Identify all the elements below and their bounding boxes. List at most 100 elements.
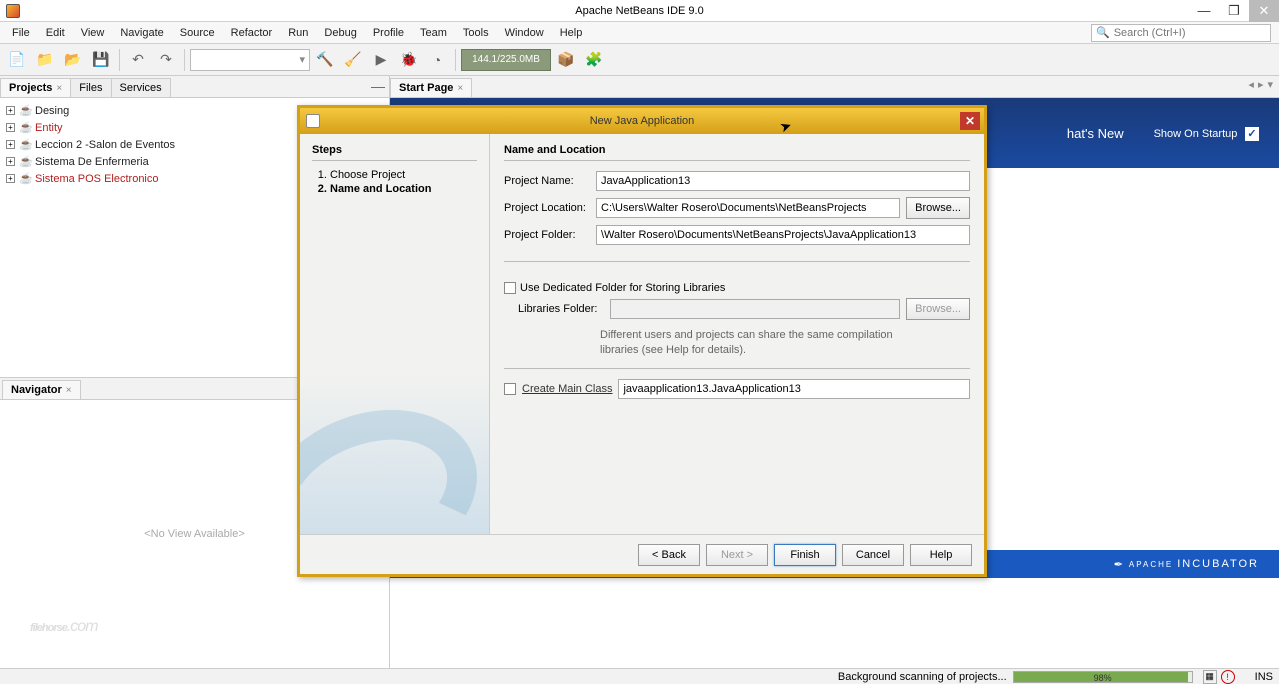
step-name-location: Name and Location <box>330 183 477 195</box>
java-project-icon: ☕ <box>19 138 33 152</box>
menu-source[interactable]: Source <box>172 25 223 41</box>
show-on-startup-checkbox[interactable]: ✓ <box>1245 127 1259 141</box>
tab-files[interactable]: Files <box>70 78 111 97</box>
project-folder-input[interactable] <box>596 225 970 245</box>
libraries-folder-input <box>610 299 900 319</box>
start-page-tab[interactable]: hat's New <box>1067 126 1124 141</box>
browse-location-button[interactable]: Browse... <box>906 197 970 219</box>
expand-icon[interactable]: + <box>6 123 15 132</box>
watermark: filehorse.com <box>30 606 98 638</box>
project-name-input[interactable] <box>596 171 970 191</box>
navigator-empty-text: <No View Available> <box>144 528 245 540</box>
cancel-button[interactable]: Cancel <box>842 544 904 566</box>
main-toolbar: 📄 📁 📂 💾 ↶ ↷ ▾ 🔨 🧹 ▶ 🐞 ◔ 144.1/225.0MB 📦 … <box>0 44 1279 76</box>
dialog-button-row: < Back Next > Finish Cancel Help <box>300 534 984 574</box>
menu-file[interactable]: File <box>4 25 38 41</box>
minimize-pane-icon[interactable]: — <box>371 78 385 94</box>
gc-button[interactable]: 📦 <box>553 47 579 73</box>
debug-button[interactable]: 🐞 <box>396 47 422 73</box>
global-search[interactable]: 🔍 <box>1091 24 1271 42</box>
expand-icon[interactable]: + <box>6 106 15 115</box>
expand-icon[interactable]: + <box>6 157 15 166</box>
java-project-icon: ☕ <box>19 172 33 186</box>
profile-button[interactable]: ◔ <box>424 47 450 73</box>
tab-list-icon[interactable]: ▾ <box>1267 78 1273 91</box>
tree-label: Entity <box>35 122 63 134</box>
help-button[interactable]: Help <box>910 544 972 566</box>
close-icon[interactable]: × <box>66 385 72 396</box>
new-java-application-dialog: New Java Application ✕ ➤ Steps Choose Pr… <box>297 105 987 577</box>
wizard-form-panel: Name and Location Project Name: Project … <box>490 134 984 534</box>
tab-start-page[interactable]: Start Page × <box>390 78 472 97</box>
wizard-steps-panel: Steps Choose Project Name and Location <box>300 134 490 534</box>
projects-tabs: Projects × Files Services — <box>0 76 389 98</box>
expand-icon[interactable]: + <box>6 174 15 183</box>
decorative-arc <box>300 381 490 534</box>
tab-label: Projects <box>9 82 52 94</box>
next-button: Next > <box>706 544 768 566</box>
config-combo[interactable]: ▾ <box>190 49 310 71</box>
plugin-button[interactable]: 🧩 <box>581 47 607 73</box>
project-location-label: Project Location: <box>504 202 590 214</box>
window-controls: — ❐ ✕ <box>1189 0 1279 22</box>
tasks-icon[interactable]: ▦ <box>1203 670 1217 684</box>
step-choose-project: Choose Project <box>330 169 477 181</box>
menu-debug[interactable]: Debug <box>316 25 364 41</box>
incubator-label: INCUBATOR <box>1177 558 1259 570</box>
close-icon[interactable]: × <box>457 83 463 94</box>
tab-projects[interactable]: Projects × <box>0 78 71 97</box>
close-icon[interactable]: × <box>56 83 62 94</box>
search-input[interactable] <box>1114 27 1270 39</box>
menu-navigate[interactable]: Navigate <box>112 25 171 41</box>
notifications-icon[interactable]: ! <box>1221 670 1235 684</box>
menu-team[interactable]: Team <box>412 25 455 41</box>
show-on-startup-label: Show On Startup ✓ <box>1154 125 1259 141</box>
minimize-button[interactable]: — <box>1189 0 1219 22</box>
menu-refactor[interactable]: Refactor <box>223 25 281 41</box>
new-project-button[interactable]: 📁 <box>32 47 58 73</box>
tab-label: Start Page <box>399 82 453 94</box>
menu-window[interactable]: Window <box>497 25 552 41</box>
dialog-titlebar[interactable]: New Java Application ✕ ➤ <box>300 108 984 134</box>
expand-icon[interactable]: + <box>6 140 15 149</box>
back-button[interactable]: < Back <box>638 544 700 566</box>
save-all-button[interactable]: 💾 <box>88 47 114 73</box>
dedicated-folder-checkbox[interactable] <box>504 282 516 294</box>
menu-help[interactable]: Help <box>552 25 591 41</box>
menu-view[interactable]: View <box>73 25 113 41</box>
tree-label: Sistema De Enfermeria <box>35 156 149 168</box>
tab-navigator[interactable]: Navigator × <box>2 380 81 399</box>
run-button[interactable]: ▶ <box>368 47 394 73</box>
close-button[interactable]: ✕ <box>1249 0 1279 22</box>
libraries-folder-label: Libraries Folder: <box>518 303 604 315</box>
create-main-class-checkbox[interactable] <box>504 383 516 395</box>
status-bar: Background scanning of projects... 98% ▦… <box>0 668 1279 684</box>
redo-button[interactable]: ↷ <box>153 47 179 73</box>
netbeans-icon <box>6 4 20 18</box>
clean-build-button[interactable]: 🧹 <box>340 47 366 73</box>
new-file-button[interactable]: 📄 <box>4 47 30 73</box>
open-project-button[interactable]: 📂 <box>60 47 86 73</box>
finish-button[interactable]: Finish <box>774 544 836 566</box>
build-button[interactable]: 🔨 <box>312 47 338 73</box>
dialog-close-button[interactable]: ✕ <box>960 112 980 130</box>
maximize-button[interactable]: ❐ <box>1219 0 1249 22</box>
main-class-input[interactable] <box>618 379 970 399</box>
menu-run[interactable]: Run <box>280 25 316 41</box>
next-tab-icon[interactable]: ▸ <box>1258 78 1264 91</box>
project-location-input[interactable] <box>596 198 900 218</box>
editor-tabs: Start Page × ◂ ▸ ▾ <box>390 76 1279 98</box>
tab-services[interactable]: Services <box>111 78 171 97</box>
menu-edit[interactable]: Edit <box>38 25 73 41</box>
menu-tools[interactable]: Tools <box>455 25 497 41</box>
progress-bar[interactable]: 98% <box>1013 671 1193 683</box>
section-heading: Name and Location <box>504 144 970 156</box>
memory-widget[interactable]: 144.1/225.0MB <box>461 49 551 71</box>
dialog-icon <box>306 114 320 128</box>
progress-percent: 98% <box>1014 672 1192 684</box>
menu-profile[interactable]: Profile <box>365 25 412 41</box>
undo-button[interactable]: ↶ <box>125 47 151 73</box>
prev-tab-icon[interactable]: ◂ <box>1248 78 1254 91</box>
window-title: Apache NetBeans IDE 9.0 <box>575 5 703 17</box>
dedicated-folder-label: Use Dedicated Folder for Storing Librari… <box>520 282 725 294</box>
